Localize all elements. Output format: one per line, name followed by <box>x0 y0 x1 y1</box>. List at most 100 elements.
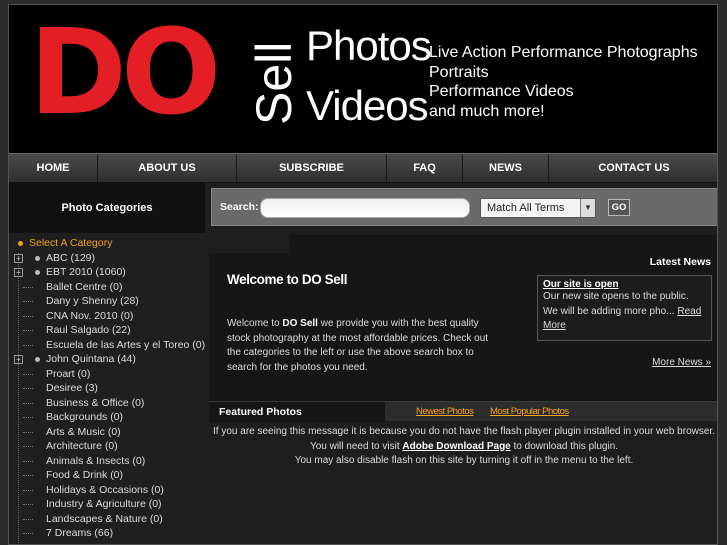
tree-branch <box>23 518 33 520</box>
tree-branch <box>23 388 33 389</box>
match-terms-value: Match All Terms <box>487 202 565 214</box>
nav-news[interactable]: NEWS <box>463 154 549 182</box>
tree-branch <box>23 402 33 404</box>
search-input[interactable] <box>260 198 470 218</box>
nav-home[interactable]: HOME <box>9 154 98 182</box>
adobe-download-link[interactable]: Adobe Download Page <box>402 441 510 452</box>
category-item[interactable]: Escuela de las Artes y el Toreo (0) <box>9 338 205 353</box>
nav-faq[interactable]: FAQ <box>387 154 463 182</box>
nav-subscribe[interactable]: SUBSCRIBE <box>237 154 387 182</box>
category-label: Food & Drink (0) <box>46 469 124 481</box>
logo-photos-text: Photos <box>306 22 432 69</box>
flash-message-line: You may also disable flash on this site … <box>294 455 634 466</box>
category-item[interactable]: Business & Office (0) <box>9 396 205 411</box>
welcome-panel: Welcome to DO Sell Welcome to DO Sell we… <box>209 235 717 405</box>
category-tree: Select A Category + ABC (129) + EBT 2010… <box>9 233 205 544</box>
category-item[interactable]: Industry & Agriculture (0) <box>9 497 205 512</box>
search-label: Search: <box>220 201 259 213</box>
category-label: Landscapes & Nature (0) <box>46 512 163 525</box>
select-category-link[interactable]: Select A Category <box>9 236 205 251</box>
bullet-icon <box>18 241 23 246</box>
category-item[interactable]: + ABC (129) <box>9 251 205 266</box>
match-terms-select[interactable]: Match All Terms ▼ <box>480 198 596 218</box>
category-item[interactable]: Animals & Insects (0) <box>9 454 205 469</box>
tree-branch <box>23 417 33 418</box>
tagline-line: Portraits <box>429 63 489 81</box>
news-item-body: Our new site opens to the public. We wil… <box>543 290 706 334</box>
welcome-text: Welcome to DO Sell we provide you with t… <box>227 317 497 375</box>
tree-branch <box>23 431 33 433</box>
tree-branch <box>23 489 33 491</box>
tree-branch <box>23 286 33 288</box>
category-item[interactable]: Arts & Music (0) <box>9 425 205 440</box>
bullet-icon <box>35 357 40 362</box>
category-label: Proart (0) <box>46 367 91 380</box>
chevron-down-icon[interactable]: ▼ <box>580 199 595 217</box>
newest-photos-link[interactable]: Newest Photos <box>416 406 474 417</box>
news-item-title[interactable]: Our site is open <box>543 279 706 290</box>
category-item[interactable]: Proart (0) <box>9 367 205 382</box>
category-label: Animals & Insects (0) <box>46 454 146 467</box>
tree-branch <box>23 373 33 375</box>
category-heading: Photo Categories <box>9 183 205 233</box>
category-label: Raul Salgado (22) <box>46 324 131 336</box>
tree-branch <box>23 344 33 346</box>
expand-icon[interactable]: + <box>14 268 23 277</box>
most-popular-photos-link[interactable]: Most Popular Photos <box>490 406 569 417</box>
category-item[interactable]: Food & Drink (0) <box>9 468 205 483</box>
page-container: DO Sell Photos Videos Live Action Perfor… <box>8 4 718 545</box>
category-label: Holidays & Occasions (0) <box>46 483 164 496</box>
featured-bar: Featured Photos Newest Photos Most Popul… <box>209 401 717 422</box>
main-nav: HOME ABOUT US SUBSCRIBE FAQ NEWS CONTACT… <box>9 153 717 183</box>
tree-branch <box>23 475 33 476</box>
category-label: Desiree (3) <box>46 382 98 394</box>
go-button[interactable]: GO <box>608 199 630 216</box>
news-item: Our site is open Our new site opens to t… <box>537 275 712 341</box>
category-item[interactable]: Raul Salgado (22) <box>9 323 205 338</box>
latest-news-heading: Latest News <box>649 256 711 268</box>
category-label: Business & Office (0) <box>46 396 145 409</box>
category-label: Escuela de las Artes y el Toreo (0) <box>46 338 206 351</box>
category-item[interactable]: Landscapes & Nature (0) <box>9 512 205 527</box>
tree-branch <box>23 504 33 505</box>
category-item[interactable]: Desiree (3) <box>9 381 205 396</box>
category-item[interactable]: Holidays & Occasions (0) <box>9 483 205 498</box>
tree-branch <box>23 460 33 462</box>
search-bar: Search: Match All Terms ▼ GO <box>211 188 717 226</box>
welcome-title: Welcome to DO Sell <box>227 272 348 287</box>
tagline-line: and much more! <box>429 102 545 120</box>
category-item[interactable]: + John Quintana (44) <box>9 352 205 367</box>
category-label: Backgrounds (0) <box>46 411 124 423</box>
category-item[interactable]: Dany y Shenny (28) <box>9 294 205 309</box>
category-item[interactable]: Ballet Centre (0) <box>9 280 205 295</box>
category-label: Industry & Agriculture (0) <box>46 498 162 510</box>
expand-icon[interactable]: + <box>14 355 23 364</box>
category-label: Dany y Shenny (28) <box>46 295 139 307</box>
category-item[interactable]: Architecture (0) <box>9 439 205 454</box>
flash-message-line: If you are seeing this message it is bec… <box>213 426 715 437</box>
tree-branch <box>23 330 33 331</box>
banner-tagline: Live Action Performance Photographs Port… <box>429 43 698 121</box>
bullet-icon <box>35 255 40 261</box>
category-item[interactable]: + EBT 2010 (1060) <box>9 265 205 280</box>
flash-line2-prefix: You will need to visit <box>309 440 403 452</box>
site-banner: DO Sell Photos Videos Live Action Perfor… <box>9 5 717 153</box>
nav-contact-us[interactable]: CONTACT US <box>549 154 717 182</box>
logo-sell-text: Sell <box>246 41 302 125</box>
nav-about-us[interactable]: ABOUT US <box>98 154 237 182</box>
category-item[interactable]: Backgrounds (0) <box>9 410 205 425</box>
more-news-link[interactable]: More News » <box>652 357 711 368</box>
bullet-icon <box>35 270 40 275</box>
logo-videos-text: Videos <box>306 82 429 129</box>
category-item[interactable]: CNA Nov. 2010 (0) <box>9 309 205 324</box>
tagline-line: Performance Videos <box>429 83 574 100</box>
featured-photos-label: Featured Photos <box>219 406 302 418</box>
category-label: Arts & Music (0) <box>46 425 121 438</box>
welcome-prefix: Welcome to <box>227 318 283 329</box>
category-item[interactable]: 7 Dreams (66) <box>9 526 205 541</box>
tree-branch <box>23 533 33 534</box>
flash-line2-suffix: to download this plugin. <box>510 440 619 452</box>
expand-icon[interactable]: + <box>14 253 23 263</box>
category-label: ABC (129) <box>46 251 96 264</box>
category-label: 7 Dreams (66) <box>46 527 114 539</box>
